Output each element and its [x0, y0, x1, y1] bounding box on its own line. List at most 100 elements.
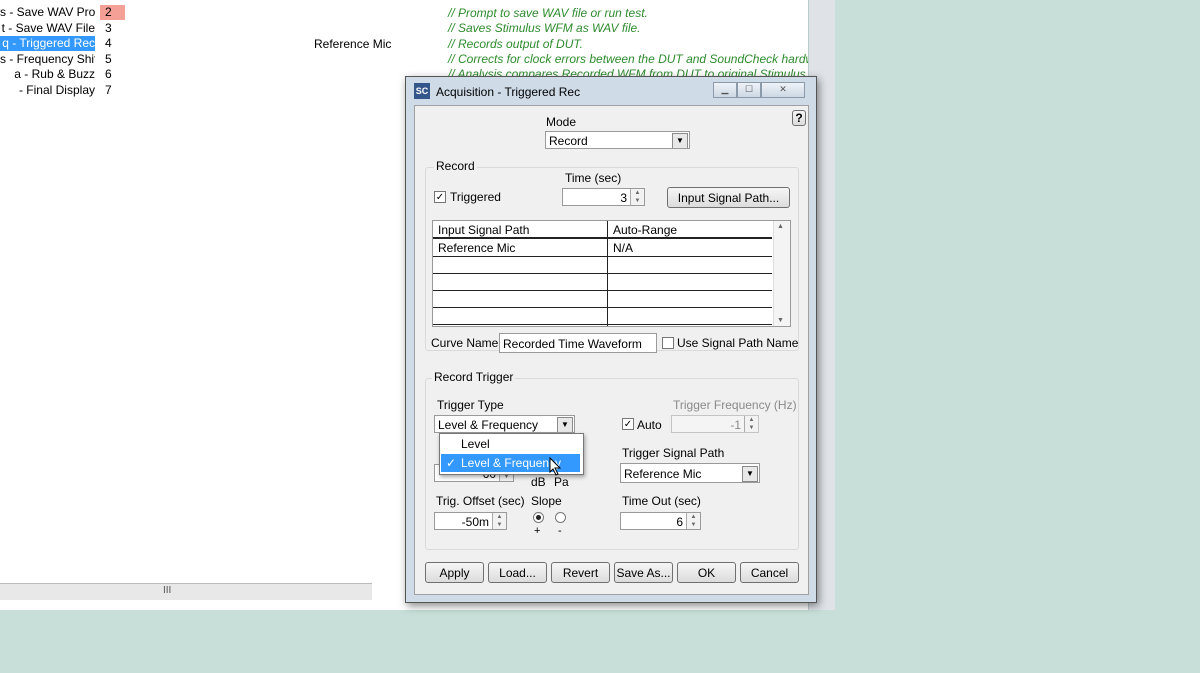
mode-label: Mode: [546, 115, 577, 129]
step-number: 7: [105, 82, 112, 97]
step-number: 6: [105, 67, 112, 81]
step-number: 2: [100, 5, 125, 20]
dialog-client-area: ? Mode Record ▼ Record Time (sec) ✓ Trig…: [414, 105, 809, 595]
sequence-step-row[interactable]: q - Triggered Rec 4: [0, 36, 130, 51]
sequence-step-row[interactable]: s - Save WAV Pror 2: [0, 5, 130, 20]
table-cell[interactable]: [433, 308, 607, 325]
trig-offset-spinner[interactable]: ▲ ▼: [492, 513, 506, 529]
trigger-type-value: Level & Frequency: [438, 418, 539, 432]
trigger-signal-path-select[interactable]: Reference Mic ▼: [620, 463, 760, 483]
table-cell[interactable]: [608, 257, 772, 274]
step-comment: // Records output of DUT.: [448, 37, 583, 51]
sequence-step-row[interactable]: a - Rub & Buzz 6: [0, 67, 130, 82]
auto-checkbox[interactable]: ✓: [622, 418, 634, 430]
time-out-spinner[interactable]: ▲ ▼: [686, 513, 700, 529]
slope-negative-radio[interactable]: [555, 512, 566, 523]
curve-name-label: Curve Name: [431, 336, 499, 350]
record-group-label: Record: [434, 159, 477, 173]
sequence-step-row[interactable]: - Final Display 7: [0, 83, 130, 98]
input-signal-path-button[interactable]: Input Signal Path...: [667, 187, 790, 208]
step-name[interactable]: s - Frequency Shift: [0, 52, 95, 67]
trigger-frequency-value: -1: [730, 418, 741, 432]
step-number: 5: [105, 51, 112, 66]
time-label: Time (sec): [565, 171, 622, 185]
table-cell[interactable]: [433, 291, 607, 308]
save-as-button[interactable]: Save As...: [614, 562, 673, 583]
table-header-cell[interactable]: Input Signal Path: [433, 221, 607, 239]
table-cell[interactable]: [608, 308, 772, 325]
ok-button[interactable]: OK: [677, 562, 736, 583]
table-cell[interactable]: Reference Mic: [433, 240, 607, 257]
time-value: 3: [620, 191, 627, 205]
slope-positive-label: +: [534, 525, 541, 537]
step-name[interactable]: - Final Display: [0, 83, 95, 98]
input-signal-path-table: Input Signal Path Auto-Range Reference Mic…: [432, 220, 791, 327]
chevron-down-icon[interactable]: ▼: [557, 417, 573, 432]
dialog-titlebar[interactable]: SC Acquisition - Triggered Rec ▁ ☐ ✕: [406, 77, 816, 105]
table-cell[interactable]: [608, 274, 772, 291]
maximize-icon[interactable]: ☐: [737, 82, 761, 98]
chevron-down-icon[interactable]: ▼: [742, 466, 758, 482]
slope-positive-radio[interactable]: [533, 512, 544, 523]
load-button[interactable]: Load...: [488, 562, 547, 583]
table-cell[interactable]: N/A: [608, 240, 772, 257]
triggered-label: Triggered: [450, 190, 501, 204]
table-header-cell[interactable]: Auto-Range: [608, 221, 772, 239]
sequence-step-row[interactable]: t - Save WAV File 3: [0, 21, 130, 36]
table-cell[interactable]: [433, 274, 607, 291]
scrollbar-grip[interactable]: III: [163, 585, 171, 596]
help-button[interactable]: ?: [792, 110, 806, 126]
step-number: 4: [105, 36, 112, 50]
trigger-signal-path-label: Trigger Signal Path: [622, 446, 725, 460]
auto-label: Auto: [637, 418, 662, 432]
table-cell[interactable]: [608, 291, 772, 308]
table-scrollbar[interactable]: ▲ ▼: [773, 221, 790, 326]
trig-offset-label: Trig. Offset (sec): [436, 494, 525, 508]
unit-pa-label: Pa: [554, 475, 569, 489]
cancel-button[interactable]: Cancel: [740, 562, 799, 583]
curve-name-input[interactable]: Recorded Time Waveform: [499, 333, 657, 353]
slope-label: Slope: [531, 494, 562, 508]
trigger-signal-path-value: Reference Mic: [624, 467, 702, 481]
horizontal-scrollbar[interactable]: III: [0, 583, 372, 600]
mode-select[interactable]: Record ▼: [545, 131, 690, 149]
mode-value: Record: [549, 134, 588, 148]
use-signal-path-name-checkbox[interactable]: [662, 337, 674, 349]
trig-offset-value: -50m: [461, 515, 489, 529]
trigger-type-select[interactable]: Level & Frequency ▼: [434, 415, 575, 433]
sequence-step-row[interactable]: s - Frequency Shift 5: [0, 52, 130, 67]
step-comment: // Saves Stimulus WFM as WAV file.: [448, 21, 641, 35]
time-input[interactable]: 3 ▲ ▼: [562, 188, 645, 206]
step-comment: // Corrects for clock errors between the…: [448, 52, 832, 66]
step-number: 3: [105, 20, 112, 35]
use-signal-path-name-label: Use Signal Path Name: [677, 336, 799, 350]
minimize-icon[interactable]: ▁: [713, 82, 737, 98]
record-trigger-group-label: Record Trigger: [432, 370, 516, 384]
mouse-pointer-icon: [549, 457, 562, 476]
triggered-checkbox[interactable]: ✓: [434, 191, 446, 203]
dialog-title: Acquisition - Triggered Rec: [436, 85, 581, 99]
trig-offset-input[interactable]: -50m ▲ ▼: [434, 512, 507, 530]
trigger-frequency-input[interactable]: -1 ▲ ▼: [671, 415, 759, 433]
scroll-down-icon[interactable]: ▼: [777, 317, 784, 324]
check-icon: ✓: [446, 456, 457, 470]
revert-button[interactable]: Revert: [551, 562, 610, 583]
scroll-up-icon[interactable]: ▲: [777, 223, 784, 230]
step-name[interactable]: s - Save WAV Pror: [0, 5, 95, 20]
table-cell[interactable]: [433, 257, 607, 274]
time-out-input[interactable]: 6 ▲ ▼: [620, 512, 701, 530]
soundcheck-logo-icon: SC: [414, 83, 430, 99]
step-name[interactable]: q - Triggered Rec: [0, 36, 95, 51]
time-spinner[interactable]: ▲ ▼: [630, 189, 644, 205]
chevron-down-icon[interactable]: ▼: [672, 133, 688, 148]
close-icon[interactable]: ✕: [761, 82, 805, 98]
trigger-type-option-level[interactable]: Level: [441, 435, 580, 453]
step-name[interactable]: t - Save WAV File: [0, 21, 95, 36]
trigger-frequency-spinner[interactable]: ▲ ▼: [744, 416, 758, 432]
step-name[interactable]: a - Rub & Buzz: [0, 67, 95, 82]
step-input-signal-path: Reference Mic: [314, 37, 392, 51]
step-comment: // Prompt to save WAV file or run test.: [448, 6, 648, 20]
apply-button[interactable]: Apply: [425, 562, 484, 583]
acquisition-dialog: SC Acquisition - Triggered Rec ▁ ☐ ✕ ? M…: [405, 76, 817, 603]
time-out-label: Time Out (sec): [622, 494, 701, 508]
